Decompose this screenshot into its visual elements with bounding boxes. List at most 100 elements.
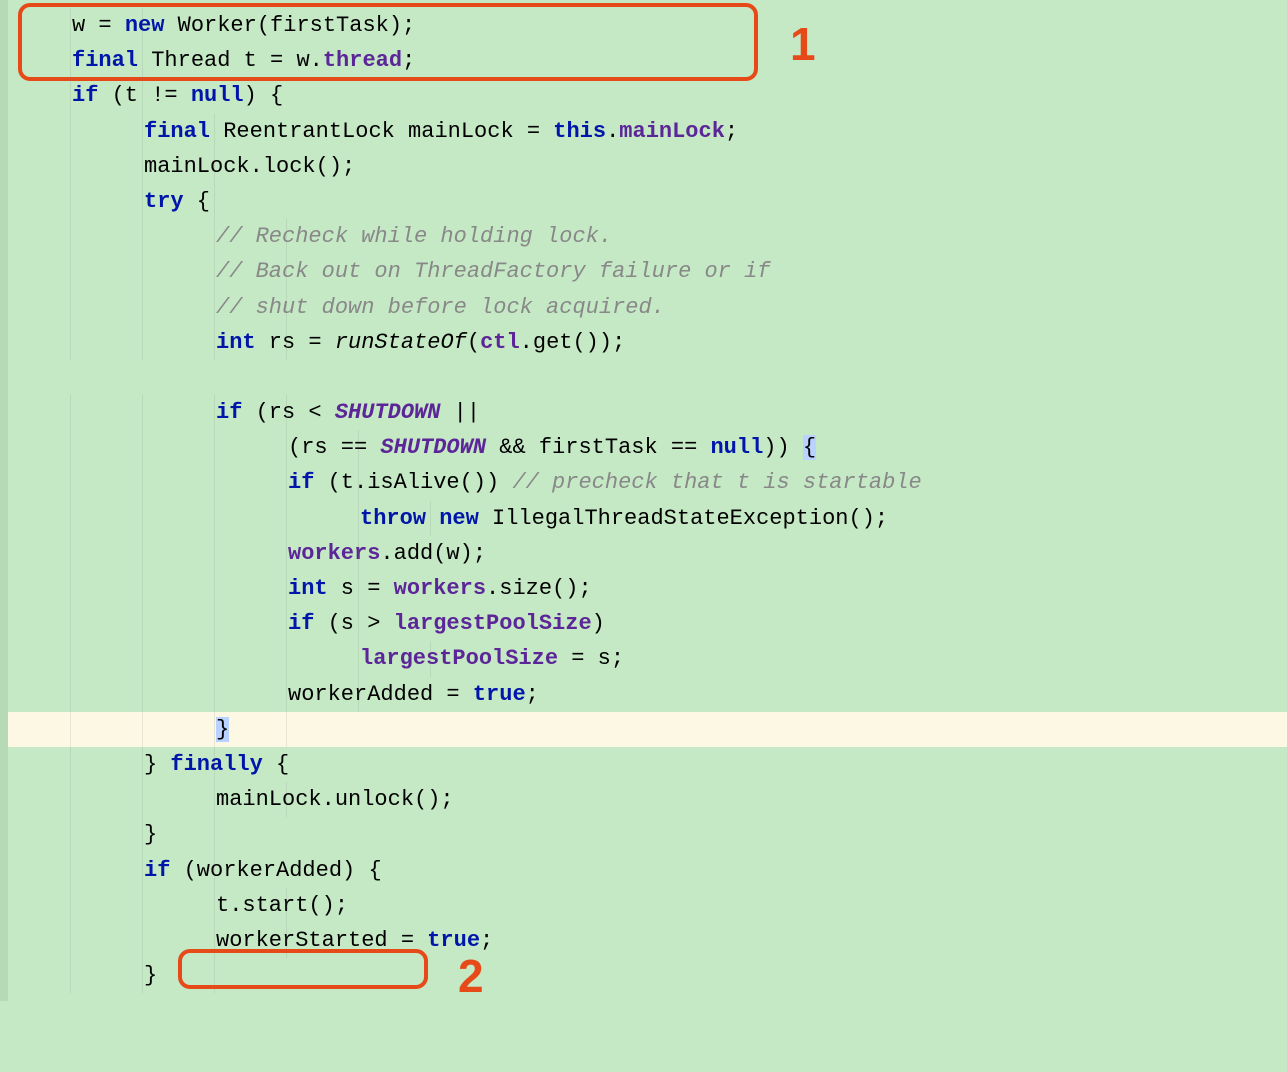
code-line[interactable]: } bbox=[8, 712, 1287, 747]
code-token: Thread t = w. bbox=[138, 48, 323, 73]
code-line[interactable]: t.start(); bbox=[8, 888, 1287, 923]
code-token: mainLock bbox=[619, 119, 725, 144]
code-token: null bbox=[191, 83, 244, 108]
code-line[interactable]: } bbox=[8, 958, 1287, 993]
code-line[interactable]: w = new Worker(firstTask); bbox=[8, 8, 1287, 43]
code-token: } bbox=[144, 822, 157, 847]
code-token: workerAdded = bbox=[288, 682, 473, 707]
code-editor[interactable]: 1 w = new Worker(firstTask);final Thread… bbox=[0, 0, 1287, 1001]
code-token: w = bbox=[72, 13, 125, 38]
code-token: .size(); bbox=[486, 576, 592, 601]
code-token: throw new bbox=[360, 506, 479, 531]
code-line[interactable]: if (workerAdded) { bbox=[8, 853, 1287, 888]
code-token: mainLock.unlock(); bbox=[216, 787, 454, 812]
code-token: (workerAdded) { bbox=[170, 858, 381, 883]
code-token: workers bbox=[394, 576, 486, 601]
code-token: (t != bbox=[98, 83, 190, 108]
code-token: } bbox=[144, 963, 157, 988]
code-token: .add(w); bbox=[380, 541, 486, 566]
code-token: if bbox=[216, 400, 242, 425]
code-token: null bbox=[710, 435, 763, 460]
code-token: try bbox=[144, 189, 184, 214]
code-token: } bbox=[216, 717, 229, 742]
code-token: ( bbox=[467, 330, 480, 355]
code-line[interactable]: if (s > largestPoolSize) bbox=[8, 606, 1287, 641]
code-token: if bbox=[72, 83, 98, 108]
code-line[interactable]: final ReentrantLock mainLock = this.main… bbox=[8, 114, 1287, 149]
code-token: if bbox=[288, 470, 314, 495]
gutter bbox=[0, 0, 8, 1001]
code-token: .get()); bbox=[520, 330, 626, 355]
code-token: { bbox=[803, 435, 816, 460]
code-token: ) { bbox=[244, 83, 284, 108]
code-token: // precheck that t is startable bbox=[512, 470, 921, 495]
code-token: s = bbox=[328, 576, 394, 601]
code-line[interactable]: (rs == SHUTDOWN && firstTask == null)) { bbox=[8, 430, 1287, 465]
code-line[interactable]: workers.add(w); bbox=[8, 536, 1287, 571]
code-line[interactable]: final Thread t = w.thread; bbox=[8, 43, 1287, 78]
code-line[interactable]: // Back out on ThreadFactory failure or … bbox=[8, 254, 1287, 289]
code-line[interactable]: if (rs < SHUTDOWN || bbox=[8, 395, 1287, 430]
code-token: workers bbox=[288, 541, 380, 566]
code-token: workerStarted = bbox=[216, 928, 427, 953]
code-token: ReentrantLock mainLock = bbox=[210, 119, 553, 144]
code-token: // Back out on ThreadFactory failure or … bbox=[216, 259, 771, 284]
code-token: } bbox=[144, 752, 170, 777]
code-token: SHUTDOWN bbox=[335, 400, 441, 425]
code-line[interactable]: mainLock.lock(); bbox=[8, 149, 1287, 184]
code-token: mainLock.lock(); bbox=[144, 154, 355, 179]
code-token: (rs == bbox=[288, 435, 380, 460]
code-token: . bbox=[606, 119, 619, 144]
code-token: { bbox=[184, 189, 210, 214]
code-token: ctl bbox=[480, 330, 520, 355]
code-token: (t.isAlive()) bbox=[314, 470, 512, 495]
code-token: new bbox=[125, 13, 165, 38]
code-token: (s > bbox=[314, 611, 393, 636]
code-line[interactable]: workerAdded = true; bbox=[8, 677, 1287, 712]
code-token: ; bbox=[725, 119, 738, 144]
code-line[interactable]: if (t != null) { bbox=[8, 78, 1287, 113]
code-line[interactable]: // Recheck while holding lock. bbox=[8, 219, 1287, 254]
code-token: = s; bbox=[558, 646, 624, 671]
code-token: thread bbox=[323, 48, 402, 73]
code-token: ) bbox=[592, 611, 605, 636]
code-token: )) bbox=[763, 435, 803, 460]
code-token: true bbox=[427, 928, 480, 953]
code-line[interactable]: int s = workers.size(); bbox=[8, 571, 1287, 606]
code-token: { bbox=[263, 752, 289, 777]
code-token: || bbox=[440, 400, 480, 425]
code-token: int bbox=[216, 330, 256, 355]
code-token: t.start(); bbox=[216, 893, 348, 918]
code-token: true bbox=[473, 682, 526, 707]
code-token: Worker(firstTask); bbox=[164, 13, 415, 38]
code-token: if bbox=[144, 858, 170, 883]
code-token: ; bbox=[480, 928, 493, 953]
code-line[interactable]: largestPoolSize = s; bbox=[8, 641, 1287, 676]
code-token: if bbox=[288, 611, 314, 636]
code-line[interactable]: try { bbox=[8, 184, 1287, 219]
code-line[interactable]: // shut down before lock acquired. bbox=[8, 290, 1287, 325]
code-line[interactable]: workerStarted = true; bbox=[8, 923, 1287, 958]
code-token: final bbox=[144, 119, 210, 144]
code-line[interactable]: throw new IllegalThreadStateException(); bbox=[8, 501, 1287, 536]
code-token: (rs < bbox=[242, 400, 334, 425]
code-token: ; bbox=[526, 682, 539, 707]
code-line[interactable]: } bbox=[8, 817, 1287, 852]
code-line[interactable]: mainLock.unlock(); bbox=[8, 782, 1287, 817]
code-line[interactable]: if (t.isAlive()) // precheck that t is s… bbox=[8, 465, 1287, 500]
code-token: finally bbox=[170, 752, 262, 777]
code-token: this bbox=[553, 119, 606, 144]
code-token: int bbox=[288, 576, 328, 601]
code-line[interactable]: int rs = runStateOf(ctl.get()); bbox=[8, 325, 1287, 360]
code-token: && firstTask == bbox=[486, 435, 710, 460]
code-line[interactable]: } finally { bbox=[8, 747, 1287, 782]
code-token: largestPoolSize bbox=[360, 646, 558, 671]
code-token: largestPoolSize bbox=[394, 611, 592, 636]
code-token: rs = bbox=[256, 330, 335, 355]
code-token: final bbox=[72, 48, 138, 73]
code-line[interactable] bbox=[8, 360, 1287, 395]
code-token: IllegalThreadStateException(); bbox=[479, 506, 888, 531]
code-token: // Recheck while holding lock. bbox=[216, 224, 612, 249]
code-token: // shut down before lock acquired. bbox=[216, 295, 665, 320]
code-token: runStateOf bbox=[335, 330, 467, 355]
